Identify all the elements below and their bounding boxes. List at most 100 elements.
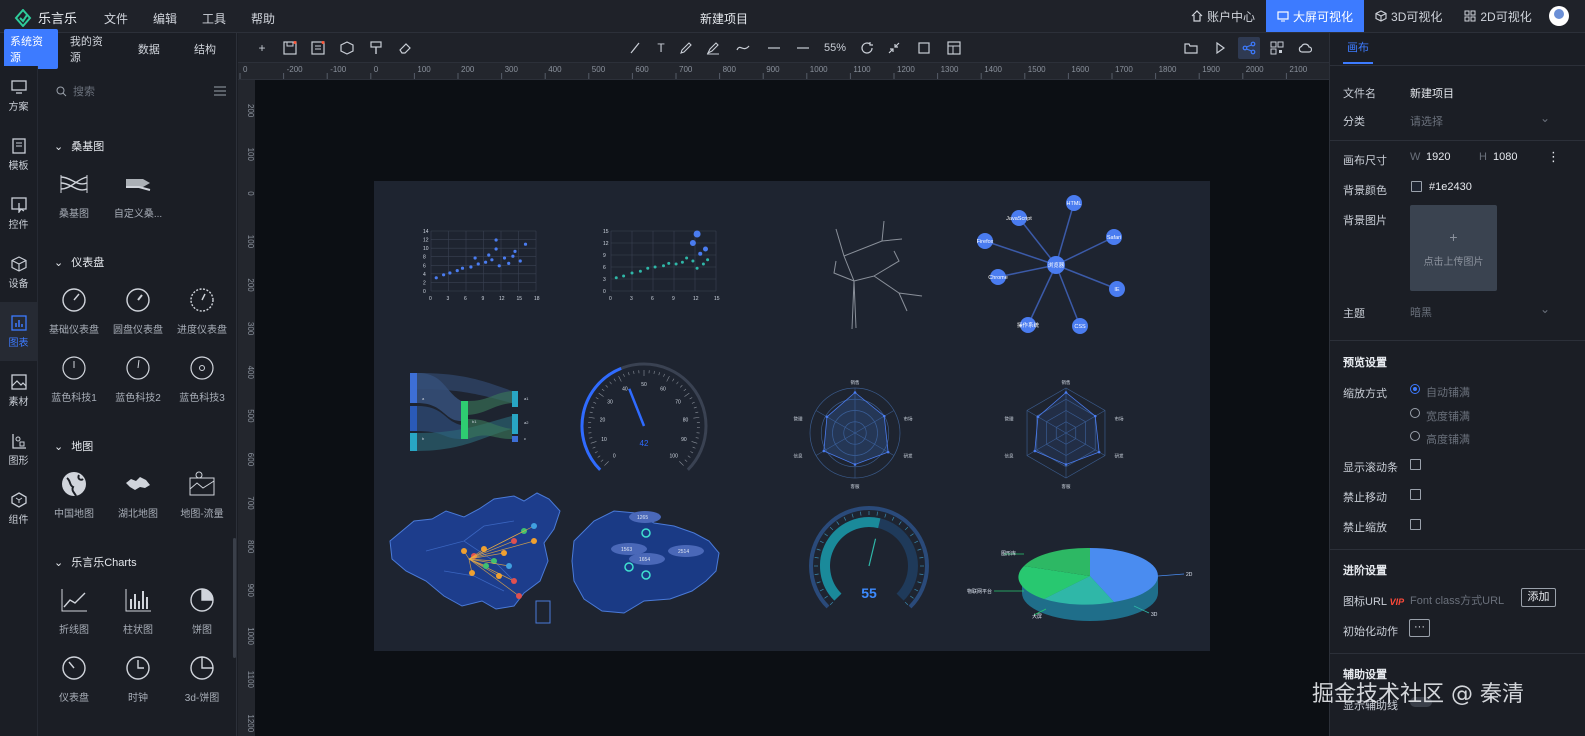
relation-graph[interactable]: HTML JavaScript Firefox Safari 浏览器 Chrome IE 操作… [977,195,1125,334]
tab-system-resources[interactable]: 系统资源 [4,29,58,69]
layout-icon[interactable] [946,40,962,56]
crop-icon[interactable] [916,40,932,56]
icon-url-input[interactable]: Font class方式URL [1410,592,1504,608]
side-chart[interactable]: 图表 [0,302,37,361]
menu-file[interactable]: 文件 [104,10,128,27]
component-clock[interactable]: 时钟 [106,653,170,721]
nav-account[interactable]: 账户中心 [1180,0,1266,32]
menu-tools[interactable]: 工具 [202,10,226,27]
app-logo[interactable]: 乐言乐 [14,8,77,27]
left-panel-scrollbar[interactable] [233,538,236,658]
search-input[interactable]: 搜索 [73,83,95,99]
component-pie-chart[interactable]: 饼图 [170,585,234,653]
nav-big-screen[interactable]: 大屏可视化 [1266,0,1365,32]
show-scrollbar-checkbox[interactable] [1410,459,1421,470]
dash-tool-icon[interactable] [795,40,811,56]
section-sankey[interactable]: ⌄ 桑基图 [40,131,232,161]
component-map-flow[interactable]: 地图-流量 [170,469,234,537]
disable-move-checkbox[interactable] [1410,489,1421,500]
gauge-chart-1[interactable]: 0 10 20 30 40 50 60 70 80 90 100 42 [580,362,708,471]
eraser-icon[interactable] [397,40,413,56]
save-as-icon[interactable] [310,40,326,56]
more-icon[interactable]: ⋮ [1547,149,1560,165]
scatter-chart-1[interactable]: 14 12 10 8 6 4 2 00 3 6 9 12 15 18 [423,229,540,302]
marker-tool-icon[interactable] [705,40,721,56]
nav-2d[interactable]: 2D可视化 [1453,0,1542,32]
component-progress-gauge[interactable]: 进度仪表盘 [170,285,234,353]
radio-height-fill[interactable] [1410,431,1420,441]
more-button[interactable]: ··· [1409,619,1430,637]
option-auto-fill[interactable]: 自动铺满 [1426,384,1470,400]
play-icon[interactable] [1212,40,1228,56]
hubei-map[interactable]: 1265 1563 1654 2514 [571,510,720,614]
side-plan[interactable]: 方案 [0,66,37,125]
radio-width-fill[interactable] [1410,408,1420,418]
option-width-fill[interactable]: 宽度铺满 [1426,408,1470,424]
component-tech-gauge-1[interactable]: 蓝色科技1 [42,353,106,421]
component-hubei-map[interactable]: 湖北地图 [106,469,170,537]
zoom-level[interactable]: 55% [823,40,847,56]
component-sankey[interactable]: 桑基图 [42,169,106,237]
component-round-gauge[interactable]: 圆盘仪表盘 [106,285,170,353]
disable-zoom-checkbox[interactable] [1410,519,1421,530]
bg-color-value[interactable]: #1e2430 [1429,181,1472,193]
side-device[interactable]: 设备 [0,243,37,302]
text-tool-icon[interactable]: T [653,40,669,56]
component-tech-gauge-2[interactable]: 蓝色科技2 [106,353,170,421]
china-map[interactable] [389,492,561,624]
section-gauge[interactable]: ⌄ 仪表盘 [40,247,232,277]
component-gauge-chart[interactable]: 仪表盘 [42,653,106,721]
radar-chart-2[interactable]: 销售管理信息客服 研发 市场 [1005,379,1124,490]
screen-canvas[interactable]: 14 12 10 8 6 4 2 0 0 3 6 9 12 15 18 15 12 9 6 3 0 0 3 6 9 12 15 H… [374,181,1210,651]
package-icon[interactable] [339,40,355,56]
cloud-icon[interactable] [1297,40,1313,56]
chevron-down-icon[interactable]: ⌄ [1540,111,1550,125]
hline-tool-icon[interactable] [766,40,782,56]
pie-3d-chart[interactable]: 图形库 物联网平台 大屏 2D 3D [967,547,1193,621]
pen-tool-icon[interactable] [678,40,694,56]
gauge-chart-2[interactable]: 55 [809,506,929,609]
save-icon[interactable] [282,40,298,56]
sankey-chart[interactable]: a b b1 a1 a2 c [410,373,529,451]
theme-select[interactable]: 暗黑 [1410,304,1432,320]
option-height-fill[interactable]: 高度铺满 [1426,431,1470,447]
category-select[interactable]: 请选择 [1410,113,1443,129]
add-icon[interactable]: + [254,40,270,56]
nav-3d[interactable]: 3D可视化 [1364,0,1453,32]
curve-tool-icon[interactable] [735,40,751,56]
component-tech-gauge-3[interactable]: 蓝色科技3 [170,353,234,421]
search-box[interactable]: 搜索 [56,81,226,101]
avatar[interactable] [1549,6,1569,26]
shrink-icon[interactable] [886,40,902,56]
list-icon[interactable] [214,86,226,96]
qrcode-icon[interactable] [1269,40,1285,56]
side-components[interactable]: 组件 [0,479,37,538]
side-controls[interactable]: 控件 [0,184,37,243]
line-tool-icon[interactable] [627,40,643,56]
height-input[interactable]: 1080 [1493,151,1517,163]
folder-icon[interactable] [1183,40,1199,56]
component-line-chart[interactable]: 折线图 [42,585,106,653]
component-custom-sankey[interactable]: 自定义桑... [106,169,170,237]
share-icon[interactable] [1238,37,1260,59]
tab-my-resources[interactable]: 我的资源 [64,29,118,69]
chevron-down-icon[interactable]: ⌄ [1540,302,1550,316]
side-material[interactable]: 素材 [0,361,37,420]
bg-image-upload[interactable]: + 点击上传图片 [1410,205,1497,291]
section-lyl-charts[interactable]: ⌄ 乐言乐Charts [40,547,232,577]
refresh-icon[interactable] [859,40,875,56]
tab-canvas[interactable]: 画布 [1343,33,1373,64]
side-shapes[interactable]: 图形 [0,420,37,479]
menu-help[interactable]: 帮助 [251,10,275,27]
section-map[interactable]: ⌄ 地图 [40,431,232,461]
component-basic-gauge[interactable]: 基础仪表盘 [42,285,106,353]
width-input[interactable]: 1920 [1426,151,1450,163]
scatter-chart-2[interactable]: 15 12 9 6 3 00 3 6 9 12 15 [603,229,720,302]
file-name-input[interactable]: 新建项目 [1410,85,1454,101]
component-bar-chart[interactable]: 柱状图 [106,585,170,653]
bg-color-swatch[interactable] [1411,181,1422,192]
tab-data[interactable]: 数据 [124,37,174,61]
radio-auto-fill[interactable] [1410,384,1420,394]
menu-edit[interactable]: 编辑 [153,10,177,27]
side-template[interactable]: 模板 [0,125,37,184]
